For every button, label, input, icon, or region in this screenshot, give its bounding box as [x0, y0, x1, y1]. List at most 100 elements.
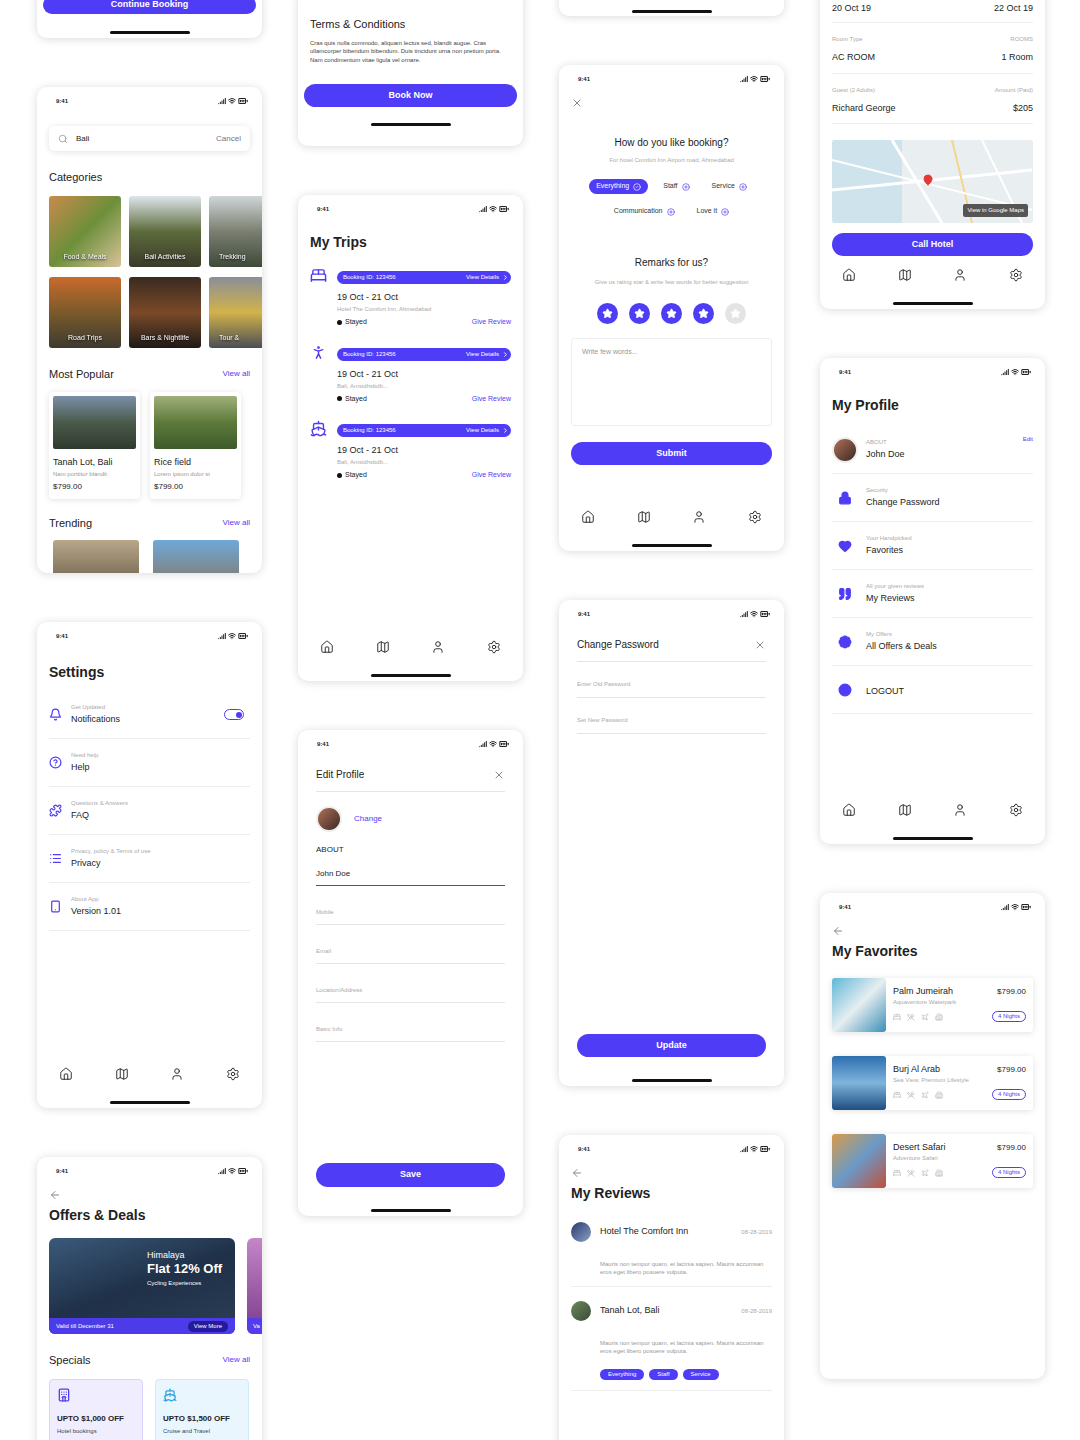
- name-field[interactable]: John Doe: [316, 868, 505, 886]
- home-icon[interactable]: [842, 803, 856, 817]
- back-arrow-icon[interactable]: [832, 925, 844, 937]
- gear-icon[interactable]: [1009, 803, 1023, 817]
- give-review-link[interactable]: Give Review: [472, 394, 511, 405]
- favorite-item[interactable]: Burj Al Arab$799.00Sea View, Premium Lif…: [832, 1056, 1033, 1110]
- home-icon[interactable]: [842, 268, 856, 282]
- view-all-link[interactable]: View all: [223, 1354, 250, 1366]
- password-field[interactable]: Enter Old Password: [577, 680, 766, 698]
- call-hotel-button[interactable]: Call Hotel: [832, 233, 1033, 256]
- map-icon[interactable]: [637, 510, 651, 524]
- change-photo-link[interactable]: Change: [354, 813, 382, 825]
- home-icon[interactable]: [581, 510, 595, 524]
- profile-item[interactable]: LOGOUT: [832, 666, 1033, 714]
- booking-pill[interactable]: Booking ID: 123456View Details: [337, 424, 511, 437]
- view-more-button[interactable]: View More: [188, 1321, 228, 1332]
- star-icon[interactable]: [634, 308, 645, 319]
- offer-banner[interactable]: HimalayaFlat 12% OffCycling ExperiencesV…: [49, 1238, 235, 1334]
- home-icon[interactable]: [59, 1067, 73, 1081]
- profile-field[interactable]: Mobile: [316, 908, 505, 925]
- profile-field[interactable]: Basic Info: [316, 1025, 505, 1042]
- map-icon[interactable]: [115, 1067, 129, 1081]
- special-card[interactable]: UPTO $1,500 OFFCruise and Travel: [155, 1379, 249, 1440]
- profile-item[interactable]: My OffersAll Offers & Deals: [832, 618, 1033, 666]
- popular-card[interactable]: Rice fieldLorem ipsum dolor st$799.00: [150, 392, 241, 499]
- feedback-chip[interactable]: Service: [705, 179, 754, 194]
- search-field[interactable]: BaliCancel: [49, 126, 250, 151]
- profile-item[interactable]: All your given reviewsMy Reviews: [832, 570, 1033, 618]
- continue-booking-button[interactable]: Continue Booking: [43, 0, 256, 14]
- remarks-textarea[interactable]: Write few words...: [571, 338, 772, 426]
- give-review-link[interactable]: Give Review: [472, 317, 511, 328]
- category-tile[interactable]: Bars & Nightlife: [129, 277, 201, 348]
- category-tile[interactable]: Road Trips: [49, 277, 121, 348]
- settings-item[interactable]: Questions & AnswersFAQ: [49, 787, 250, 835]
- star-icon[interactable]: [698, 308, 709, 319]
- popular-card[interactable]: Tanah Lot, BaliNam porttitor blandit$799…: [49, 392, 140, 499]
- special-card[interactable]: UPTO $1,000 OFFHotel bookings: [49, 1379, 143, 1440]
- submit-button[interactable]: Submit: [571, 442, 772, 465]
- user-icon[interactable]: [953, 268, 967, 282]
- google-maps-button[interactable]: View in Google Maps: [963, 204, 1028, 217]
- user-icon[interactable]: [431, 640, 445, 654]
- settings-item[interactable]: Privacy, policy & Terms of usePrivacy: [49, 835, 250, 883]
- close-icon[interactable]: [754, 639, 766, 651]
- feedback-chip[interactable]: Love it: [690, 204, 737, 219]
- map-icon[interactable]: [376, 640, 390, 654]
- update-button[interactable]: Update: [577, 1034, 766, 1057]
- booking-pill[interactable]: Booking ID: 123456View Details: [337, 348, 511, 361]
- category-tile[interactable]: Food & Meals: [49, 196, 121, 267]
- profile-field[interactable]: Location/Address: [316, 986, 505, 1003]
- category-tile[interactable]: Tour &: [209, 277, 262, 348]
- settings-item[interactable]: About AppVersion 1.01: [49, 883, 250, 931]
- trending-photo[interactable]: [53, 540, 139, 574]
- trending-photo[interactable]: [153, 540, 239, 574]
- notifications-toggle[interactable]: [224, 709, 244, 720]
- settings-item[interactable]: Need helpHelp: [49, 739, 250, 787]
- user-icon[interactable]: [170, 1067, 184, 1081]
- cancel-button[interactable]: Cancel: [216, 133, 241, 145]
- profile-item[interactable]: ABOUTJohn DoeEdit: [832, 426, 1033, 474]
- gear-icon[interactable]: [226, 1067, 240, 1081]
- nights-badge: 4 Nights: [992, 1089, 1026, 1100]
- favorite-item[interactable]: Palm Jumeirah$799.00Aquaventure Waterpar…: [832, 978, 1033, 1032]
- edit-link[interactable]: Edit: [1023, 435, 1033, 444]
- star-icon[interactable]: [730, 308, 741, 319]
- close-icon[interactable]: [571, 97, 583, 109]
- gear-icon[interactable]: [748, 510, 762, 524]
- view-details-link[interactable]: View Details: [466, 273, 499, 282]
- star-icon[interactable]: [666, 308, 677, 319]
- give-review-link[interactable]: Give Review: [472, 470, 511, 481]
- profile-field[interactable]: Email: [316, 947, 505, 964]
- profile-item[interactable]: SecurityChange Password: [832, 474, 1033, 522]
- map-icon[interactable]: [898, 803, 912, 817]
- user-icon[interactable]: [953, 803, 967, 817]
- feedback-chip[interactable]: Communication: [607, 204, 682, 219]
- booking-pill[interactable]: Booking ID: 123456View Details: [337, 271, 511, 284]
- user-icon[interactable]: [692, 510, 706, 524]
- gear-icon[interactable]: [1009, 268, 1023, 282]
- map-icon[interactable]: [898, 268, 912, 282]
- view-details-link[interactable]: View Details: [466, 350, 499, 359]
- save-button[interactable]: Save: [316, 1163, 505, 1187]
- star-rating[interactable]: [559, 303, 784, 324]
- view-all-link[interactable]: View all: [223, 517, 250, 529]
- settings-item[interactable]: Get UpdatedNotifications: [49, 691, 250, 739]
- map-preview[interactable]: View in Google Maps: [832, 140, 1033, 223]
- feedback-chip[interactable]: Staff: [656, 179, 696, 194]
- back-arrow-icon[interactable]: [49, 1189, 61, 1201]
- home-icon[interactable]: [320, 640, 334, 654]
- view-details-link[interactable]: View Details: [466, 426, 499, 435]
- profile-item[interactable]: Your HandpickedFavorites: [832, 522, 1033, 570]
- close-icon[interactable]: [493, 769, 505, 781]
- category-tile[interactable]: Trekking: [209, 196, 262, 267]
- password-field[interactable]: Set New Password: [577, 716, 766, 734]
- favorite-item[interactable]: Desert Safari$799.00Adventure Safari4 Ni…: [832, 1134, 1033, 1188]
- back-arrow-icon[interactable]: [571, 1167, 583, 1179]
- view-all-link[interactable]: View all: [223, 368, 250, 380]
- star-icon[interactable]: [602, 308, 613, 319]
- offer-banner[interactable]: Va: [247, 1238, 262, 1334]
- book-now-button[interactable]: Book Now: [304, 84, 517, 107]
- category-tile[interactable]: Bali Activities: [129, 196, 201, 267]
- gear-icon[interactable]: [487, 640, 501, 654]
- feedback-chip[interactable]: Everything: [589, 179, 648, 194]
